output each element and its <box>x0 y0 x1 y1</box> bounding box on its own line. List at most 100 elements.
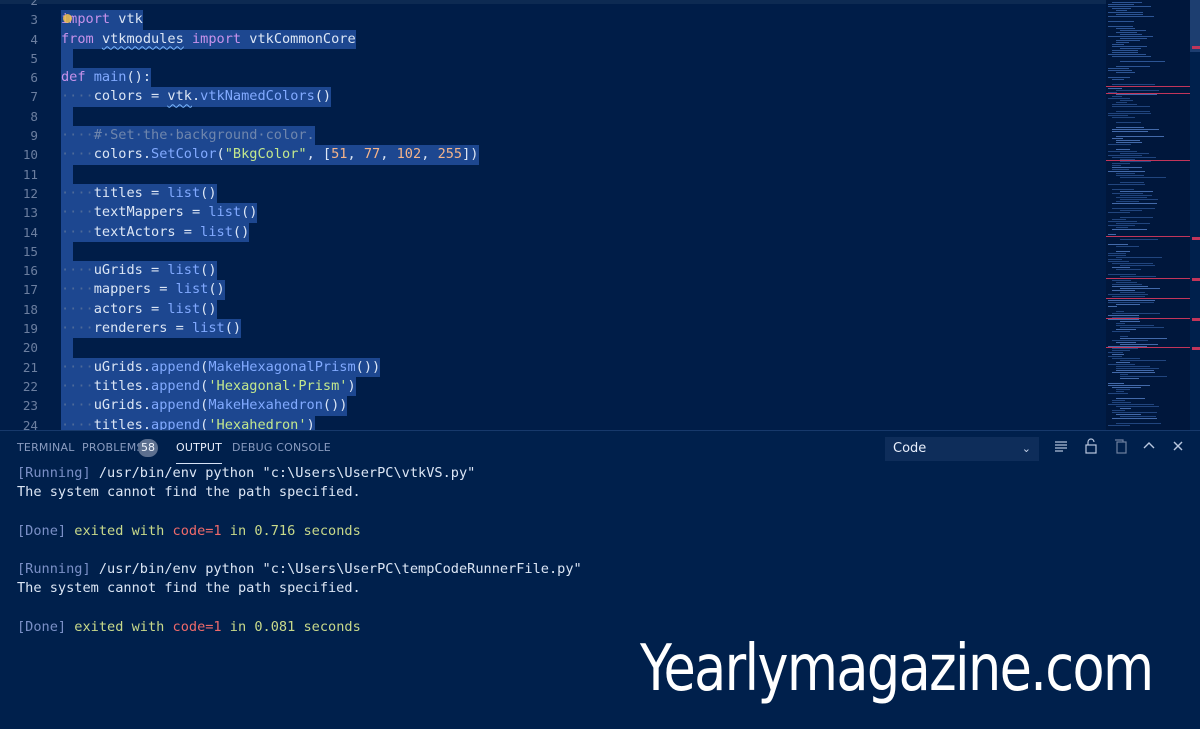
code-text <box>61 106 73 127</box>
line-number: 12 <box>22 185 38 201</box>
line-number: 6 <box>30 70 38 86</box>
minimap-line <box>1108 300 1156 301</box>
close-panel-icon[interactable] <box>1169 438 1187 458</box>
minimap-line <box>1116 111 1150 112</box>
minimap-line <box>1120 374 1129 375</box>
minimap-line <box>1116 304 1140 305</box>
minimap-line <box>1116 251 1130 252</box>
code-token: ) <box>306 416 315 430</box>
code-line[interactable]: 14 ····textActors = list() <box>0 222 1100 242</box>
minimap-line <box>1112 46 1148 47</box>
code-text: from vtkmodules import vtkCommonCore <box>61 29 356 49</box>
error-marker <box>1192 278 1200 281</box>
minimap-line <box>1120 177 1166 178</box>
code-line[interactable]: 17 ····mappers = list() <box>0 280 1100 300</box>
panel-tabs: TERMINAL PROBLEMS 58 OUTPUT DEBUG CONSOL… <box>0 431 880 467</box>
scrollbar-thumb[interactable] <box>1190 0 1200 52</box>
minimap-line <box>1108 294 1148 295</box>
code-line[interactable]: 2 <box>0 0 1100 10</box>
code-line[interactable]: 15 <box>0 241 1100 262</box>
code-line[interactable]: 8 <box>0 106 1100 127</box>
minimap-line <box>1108 364 1136 365</box>
minimap-line <box>1108 54 1146 55</box>
minimap-line <box>1108 184 1145 185</box>
code-token: titles. <box>93 377 152 394</box>
minimap-line <box>1112 167 1143 168</box>
line-number: 20 <box>22 340 38 356</box>
minimap-line <box>1116 40 1141 41</box>
minimap-line <box>1120 161 1151 162</box>
code-line[interactable]: 4 from vtkmodules import vtkCommonCore <box>0 29 1100 49</box>
minimap-line <box>1112 348 1138 349</box>
minimap-line <box>1116 362 1130 363</box>
output-token: /usr/bin/env python "c:\Users\UserPC\tem… <box>90 560 582 577</box>
minimap-line <box>1116 414 1141 415</box>
code-line[interactable]: 19 ····renderers = list() <box>0 319 1100 339</box>
minimap-line <box>1112 350 1131 351</box>
minimap-line <box>1112 84 1155 85</box>
code-token: ()) <box>322 397 348 414</box>
code-token: titles = <box>93 184 168 201</box>
code-token: list <box>191 320 225 337</box>
minimap-line <box>1108 425 1130 426</box>
code-token: list <box>167 262 201 279</box>
minimap-line <box>1108 212 1131 213</box>
code-token: def <box>61 69 86 86</box>
list-filter-icon[interactable] <box>1052 438 1070 458</box>
code-token: ()) <box>355 358 381 375</box>
minimap-line <box>1120 288 1160 289</box>
output-log[interactable]: [Running] /usr/bin/env python "c:\Users\… <box>17 464 1187 637</box>
tab-debug-console[interactable]: DEBUG CONSOLE <box>232 441 331 454</box>
code-token: main <box>93 69 127 86</box>
editor-scrollbar[interactable] <box>1190 0 1200 430</box>
code-text: ····renderers = list() <box>61 319 242 339</box>
code-line[interactable]: 6 def main(): <box>0 68 1100 88</box>
code-line[interactable]: 21 ····uGrids.append(MakeHexagonalPrism()… <box>0 357 1100 377</box>
code-line[interactable]: 16 ····uGrids = list() <box>0 261 1100 281</box>
code-line[interactable]: 22 ····titles.append('Hexagonal·Prism') <box>0 376 1100 397</box>
minimap-line <box>1116 127 1144 128</box>
code-line[interactable]: 23 ····uGrids.append(MakeHexahedron()) <box>0 396 1100 416</box>
output-token: The system cannot find the path specifie… <box>17 484 361 501</box>
code-line[interactable]: 10 ····colors.SetColor("BkgColor", [51, 7… <box>0 145 1100 165</box>
code-token: list <box>167 184 201 201</box>
line-number: 18 <box>22 301 38 317</box>
lock-icon[interactable] <box>1082 438 1100 458</box>
clear-output-icon[interactable] <box>1112 438 1130 458</box>
output-token: exited with <box>66 618 173 635</box>
code-line[interactable]: 24 ····titles.append('Hexahedron') <box>0 415 1100 430</box>
code-lines[interactable]: 2 3 import vtk 4 from vtkmodules import vtkC… <box>0 0 1100 430</box>
minimap-line <box>1108 255 1127 256</box>
minimap-line <box>1108 151 1138 152</box>
minimap-line <box>1116 42 1130 43</box>
minimap-line <box>1112 189 1135 190</box>
minimap-line <box>1116 72 1135 73</box>
code-line[interactable]: 13 ····textMappers = list() <box>0 203 1100 223</box>
minimap-line <box>1112 129 1159 130</box>
code-line[interactable]: 9 ····#·Set·the·background·color. <box>0 126 1100 146</box>
code-line[interactable]: 12 ····titles = list() <box>0 183 1100 204</box>
code-line[interactable]: 11 <box>0 164 1100 184</box>
code-text: ····textActors = list() <box>61 222 250 242</box>
output-token: code=1 <box>172 618 222 635</box>
maximize-panel-icon[interactable] <box>1140 438 1158 458</box>
output-channel-select[interactable]: Code ⌄ <box>885 437 1039 461</box>
code-text: def main(): <box>61 68 152 88</box>
code-line[interactable]: 18 ····actors = list() <box>0 299 1100 320</box>
minimap-line <box>1108 144 1131 145</box>
lightbulb-icon[interactable] <box>63 14 72 23</box>
tab-problems[interactable]: PROBLEMS <box>82 441 144 454</box>
code-token: from <box>61 30 94 47</box>
output-token: [Done] <box>17 522 67 539</box>
code-line[interactable]: 3 import vtk <box>0 10 1100 30</box>
minimap[interactable] <box>1106 0 1190 430</box>
tab-terminal[interactable]: TERMINAL <box>17 441 75 454</box>
code-editor[interactable]: 2 3 import vtk 4 from vtkmodules import vtkC… <box>0 0 1200 430</box>
code-line[interactable]: 5 <box>0 48 1100 69</box>
tab-output[interactable]: OUTPUT <box>176 441 223 464</box>
code-line[interactable]: 20 <box>0 338 1100 358</box>
minimap-error-line <box>1106 347 1190 348</box>
minimap-line <box>1116 423 1162 424</box>
code-text: ····uGrids.append(MakeHexahedron()) <box>61 396 348 416</box>
code-line[interactable]: 7 ····colors = vtk.vtkNamedColors() <box>0 87 1100 107</box>
